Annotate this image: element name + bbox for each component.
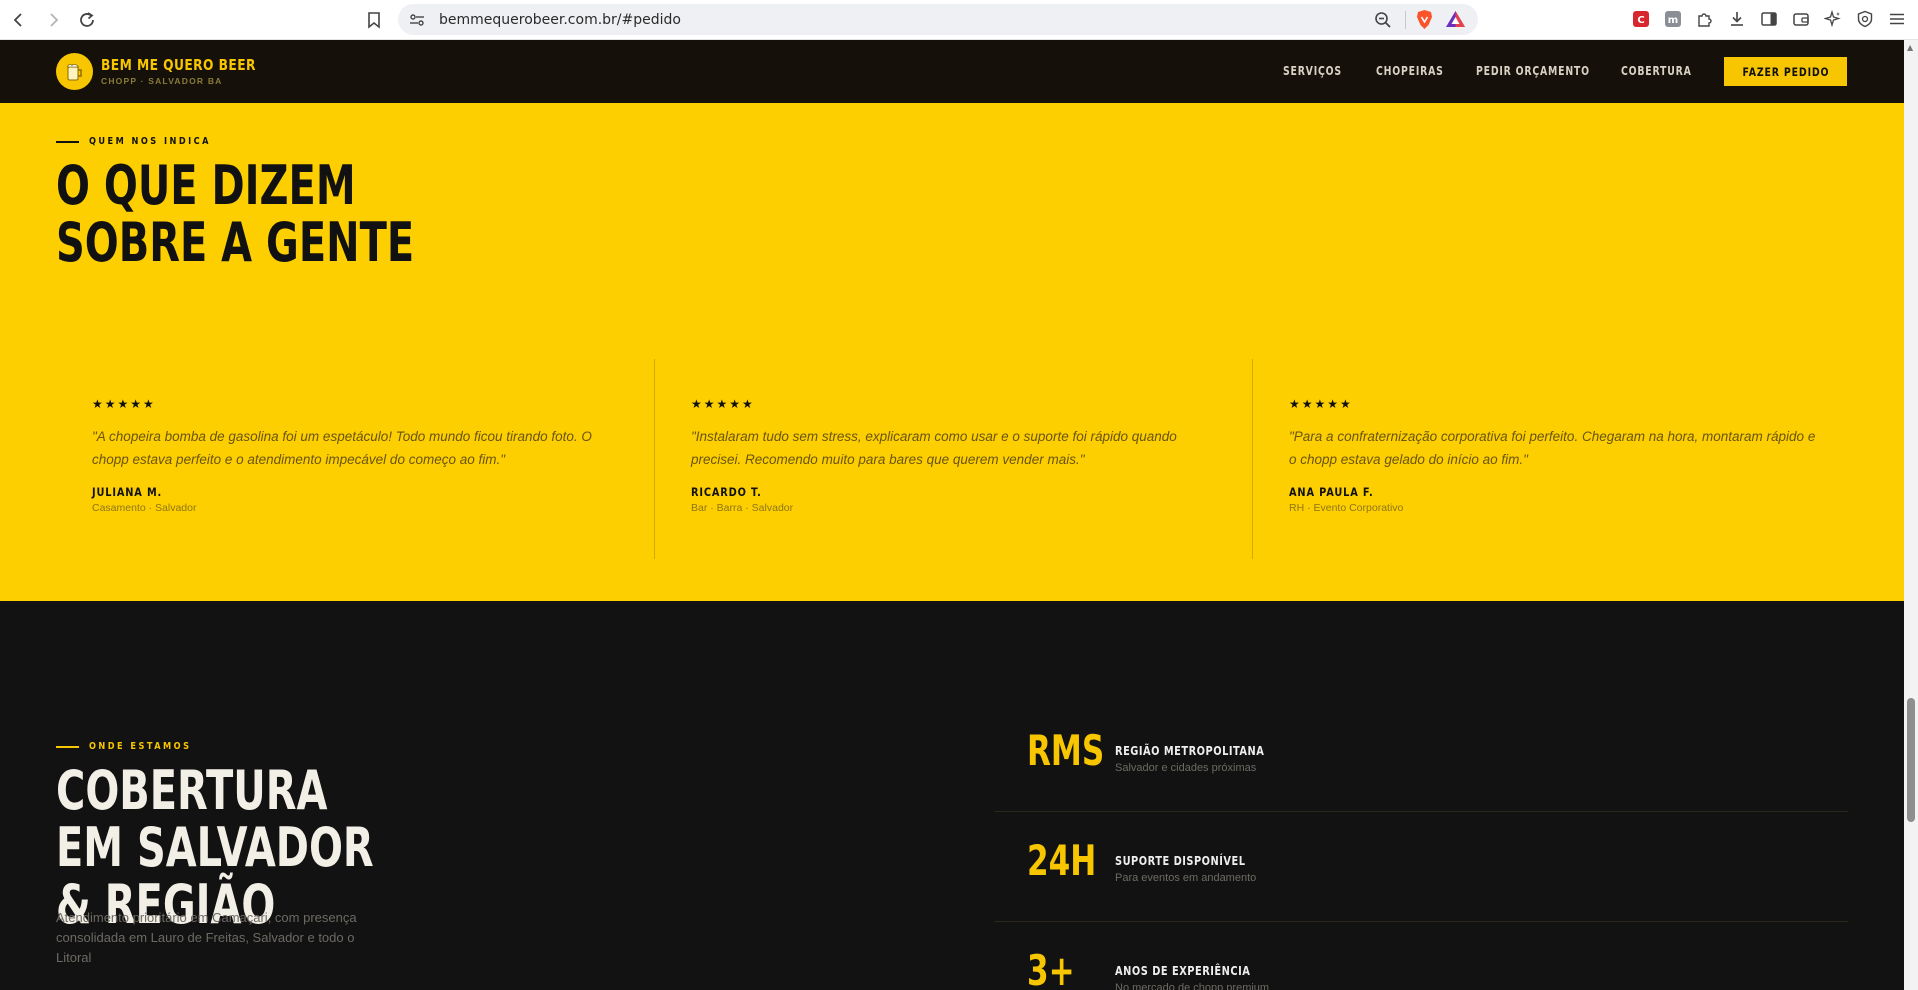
puzzle-icon — [1698, 13, 1712, 27]
testimonial-meta: RH · Evento Corporativo — [1289, 502, 1404, 514]
logo[interactable] — [56, 53, 93, 90]
stat-label: ANOS DE EXPERIÊNCIA — [1115, 964, 1251, 978]
stat-label: SUPORTE DISPONÍVEL — [1115, 854, 1246, 868]
testimonial-quote: "A chopeira bomba de gasolina foi um esp… — [92, 429, 592, 467]
stat-item: 3+ ANOS DE EXPERIÊNCIA No mercado de cho… — [994, 922, 1848, 990]
beer-mug-icon — [66, 63, 82, 80]
tune-icon — [410, 13, 424, 26]
downloads-button[interactable] — [1726, 8, 1748, 30]
brand-tagline: CHOPP · SALVADOR BA — [101, 76, 223, 86]
stat-value: 3+ — [1027, 946, 1075, 990]
stat-item: 24H SUPORTE DISPONÍVEL Para eventos em a… — [994, 812, 1848, 922]
scrollbar-thumb[interactable] — [1907, 698, 1915, 822]
site-header: BEM ME QUERO BEER CHOPP · SALVADOR BA SE… — [0, 40, 1904, 103]
eyebrow-line — [56, 745, 79, 748]
vpn-shield-icon — [1857, 10, 1873, 28]
eyebrow-text: ONDE ESTAMOS — [89, 741, 192, 752]
testimonial-quote: "Instalaram tudo sem stress, explicaram … — [691, 429, 1177, 467]
brave-shields-button[interactable] — [1414, 9, 1435, 30]
coupon-extension-icon: C — [1633, 11, 1649, 27]
title-line: O QUE DIZEM — [56, 154, 356, 217]
m-extension-icon: m — [1665, 11, 1681, 27]
stat-subtext: Para eventos em andamento — [1115, 872, 1257, 884]
eyebrow-line — [56, 140, 79, 143]
brave-rewards-icon — [1446, 11, 1465, 27]
address-bar-separator — [1405, 11, 1406, 29]
testimonials-section: QUEM NOS INDICA O QUE DIZEM SOBRE A GENT… — [0, 103, 1904, 601]
wallet-button[interactable] — [1790, 8, 1812, 30]
testimonial-card: ★★★★★ "Para a confraternização corporati… — [1252, 359, 1850, 559]
site-info-button[interactable] — [408, 11, 426, 29]
bookmark-icon — [368, 11, 380, 29]
arrow-right-icon — [50, 12, 59, 27]
stat-subtext: Salvador e cidades próximas — [1115, 762, 1257, 774]
url-text[interactable]: bemmequerobeer.com.br/#pedido — [439, 12, 681, 28]
testimonials-eyebrow: QUEM NOS INDICA — [56, 136, 238, 147]
leo-ai-button[interactable] — [1822, 8, 1844, 30]
nav-link-pedir-orcamento[interactable]: PEDIR ORÇAMENTO — [1476, 64, 1589, 78]
testimonial-author: RICARDO T. — [691, 485, 762, 499]
zoom-button[interactable] — [1373, 10, 1393, 30]
star-rating: ★★★★★ — [1289, 397, 1353, 411]
nav-link-chopeiras[interactable]: CHOPEIRAS — [1376, 64, 1454, 78]
browser-toolbar: bemmequerobeer.com.br/#pedido C m — [0, 0, 1918, 40]
star-rating: ★★★★★ — [92, 397, 156, 411]
menu-icon — [1890, 13, 1904, 25]
title-line: EM SALVADOR — [56, 816, 374, 879]
testimonial-meta: Bar · Barra · Salvador — [691, 502, 794, 514]
stat-label: REGIÃO METROPOLITANA — [1115, 744, 1265, 758]
vpn-button[interactable] — [1854, 8, 1876, 30]
stat-value: 24H — [1027, 836, 1097, 885]
testimonial-cards: ★★★★★ "A chopeira bomba de gasolina foi … — [56, 359, 1848, 559]
main-nav: SERVIÇOS CHOPEIRAS PEDIR ORÇAMENTO COBER… — [1283, 64, 1711, 78]
star-rating: ★★★★★ — [691, 397, 755, 411]
stat-item: RMS REGIÃO METROPOLITANA Salvador e cida… — [994, 702, 1848, 812]
page-viewport: BEM ME QUERO BEER CHOPP · SALVADOR BA SE… — [0, 40, 1904, 990]
extensions-button[interactable] — [1694, 8, 1716, 30]
testimonial-quote: "Para a confraternização corporativa foi… — [1289, 429, 1816, 467]
page-scrollbar[interactable]: ▲ — [1904, 40, 1918, 990]
brave-rewards-button[interactable] — [1445, 9, 1466, 30]
download-icon — [1731, 12, 1743, 26]
coverage-eyebrow: ONDE ESTAMOS — [56, 741, 214, 752]
arrow-left-icon — [13, 12, 22, 27]
nav-link-servicos[interactable]: SERVIÇOS — [1283, 64, 1356, 78]
testimonial-meta: Casamento · Salvador — [92, 502, 197, 514]
scroll-up-icon[interactable]: ▲ — [1907, 44, 1915, 52]
reload-button[interactable] — [72, 5, 102, 35]
zoom-out-icon — [1375, 12, 1391, 28]
order-button-label: FAZER PEDIDO — [1742, 64, 1829, 79]
title-line: COBERTURA — [56, 759, 328, 822]
stat-subtext: No mercado de chopp premium — [1115, 982, 1270, 990]
coupon-extension-button[interactable]: C — [1630, 8, 1652, 30]
svg-text:C: C — [1637, 15, 1644, 26]
brand-name[interactable]: BEM ME QUERO BEER — [101, 56, 256, 74]
testimonial-author: JULIANA M. — [92, 485, 163, 499]
svg-text:m: m — [1668, 15, 1678, 26]
coverage-description: Atendimento prioritário em Camaçari, com… — [56, 910, 357, 965]
testimonial-author: ANA PAULA F. — [1289, 485, 1374, 499]
sidebar-icon — [1761, 12, 1777, 26]
order-button[interactable]: FAZER PEDIDO — [1724, 57, 1847, 86]
sidebar-button[interactable] — [1758, 8, 1780, 30]
reload-icon — [80, 11, 94, 27]
forward-button[interactable] — [38, 5, 68, 35]
testimonial-card: ★★★★★ "A chopeira bomba de gasolina foi … — [56, 359, 654, 559]
back-button[interactable] — [4, 5, 34, 35]
title-line: SOBRE A GENTE — [56, 211, 415, 274]
main-menu-button[interactable] — [1886, 8, 1908, 30]
extensions-toolbar: C m — [1630, 8, 1908, 30]
bookmark-button[interactable] — [361, 7, 387, 33]
brave-shield-icon — [1417, 10, 1432, 29]
m-extension-button[interactable]: m — [1662, 8, 1684, 30]
stat-value: RMS — [1027, 726, 1105, 775]
wallet-icon — [1793, 13, 1809, 26]
address-bar[interactable]: bemmequerobeer.com.br/#pedido — [398, 4, 1478, 35]
leo-ai-icon — [1824, 10, 1841, 28]
eyebrow-text: QUEM NOS INDICA — [89, 136, 211, 147]
coverage-section: ONDE ESTAMOS COBERTURA EM SALVADOR & REG… — [0, 601, 1904, 990]
testimonial-card: ★★★★★ "Instalaram tudo sem stress, expli… — [654, 359, 1252, 559]
nav-link-cobertura[interactable]: COBERTURA — [1621, 64, 1691, 78]
testimonials-title: O QUE DIZEM SOBRE A GENTE — [56, 157, 414, 271]
